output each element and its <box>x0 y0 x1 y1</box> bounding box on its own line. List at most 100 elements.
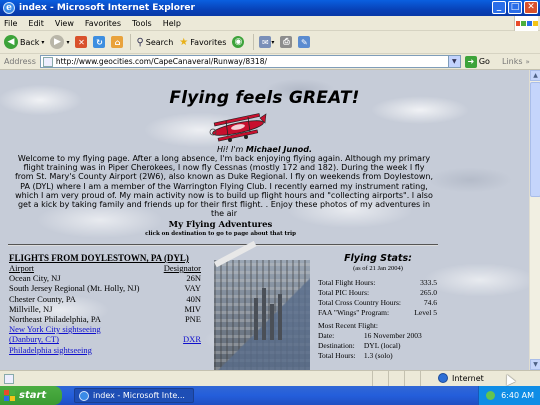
back-dropdown-icon[interactable]: ▾ <box>41 39 44 46</box>
recent-key: Destination: <box>318 341 355 350</box>
status-cell <box>404 371 420 386</box>
recent-key: Total Hours: <box>318 351 356 360</box>
address-bar: Address http://www.geocities.com/CapeCan… <box>0 54 540 70</box>
menu-tools[interactable]: Tools <box>132 19 152 28</box>
status-cell <box>420 371 436 386</box>
search-button[interactable]: ⚲ Search <box>136 37 173 48</box>
designator-cell[interactable]: DXR <box>183 334 209 344</box>
media-icon: ◉ <box>232 36 245 48</box>
edit-button[interactable]: ✎ <box>298 36 311 48</box>
table-row: New York City sightseeing <box>9 324 209 334</box>
scroll-thumb[interactable] <box>530 82 540 197</box>
print-button[interactable]: ⎙ <box>280 36 293 48</box>
photos-subheading: click on destination to go to page about… <box>145 231 296 237</box>
address-dropdown-icon[interactable]: ▼ <box>447 56 460 67</box>
menu-favorites[interactable]: Favorites <box>85 19 121 28</box>
media-button[interactable]: ◉ <box>232 36 246 48</box>
clock: 6:40 AM <box>501 391 534 400</box>
stat-label: Total PIC Hours: <box>318 288 370 297</box>
stat-label: Total Flight Hours: <box>318 278 376 287</box>
philadelphia-sightseeing-link[interactable]: Philadelphia sightseeing <box>9 345 92 355</box>
stat-label: Total Cross Country Hours: <box>318 298 402 307</box>
go-label: Go <box>478 57 490 66</box>
refresh-button[interactable]: ↻ <box>93 36 106 48</box>
windows-flag-icon <box>4 390 15 401</box>
search-icon: ⚲ <box>136 36 144 48</box>
title-bar[interactable]: e index - Microsoft Internet Explorer _ … <box>0 0 540 16</box>
windows-logo-icon <box>514 16 538 31</box>
stat-row: Total Flight Hours: 333.5 <box>318 278 438 288</box>
mail-dropdown-icon[interactable]: ▾ <box>271 39 274 46</box>
links-chevron-icon[interactable]: » <box>526 58 530 66</box>
designator-cell: 26N <box>186 273 201 284</box>
mail-button[interactable]: ✉ ▾ <box>259 36 274 48</box>
taskbar: start index - Microsoft Inte... 6:40 AM <box>0 386 540 405</box>
menu-edit[interactable]: Edit <box>28 19 44 28</box>
city-aerial-photo[interactable] <box>214 240 310 370</box>
minimize-button[interactable]: _ <box>492 1 506 14</box>
stop-button[interactable]: ✕ <box>75 36 88 48</box>
toolbar-separator <box>130 34 132 50</box>
flights-title: FLIGHTS FROM DOYLESTOWN, PA (DYL) <box>9 253 189 263</box>
status-cell <box>388 371 404 386</box>
start-button[interactable]: start <box>0 386 62 405</box>
airplane-icon <box>209 113 267 142</box>
back-label: Back <box>20 37 40 47</box>
status-bar: Internet <box>0 370 540 386</box>
stat-value: 74.6 <box>423 298 437 307</box>
zone-label: Internet <box>452 373 484 383</box>
refresh-icon: ↻ <box>93 36 106 48</box>
recent-row: Destination: DYL (local) <box>318 341 438 351</box>
favorites-label: Favorites <box>190 37 227 47</box>
scroll-up-icon[interactable]: ▲ <box>530 70 540 81</box>
table-row: Millville, NJ MIV <box>9 304 209 314</box>
scroll-down-icon[interactable]: ▼ <box>530 359 540 370</box>
favorites-button[interactable]: ★ Favorites <box>179 37 226 48</box>
col-designator: Designator <box>163 263 201 273</box>
home-button[interactable]: ⌂ <box>111 36 124 48</box>
favorites-star-icon: ★ <box>179 36 189 48</box>
menu-file[interactable]: File <box>4 19 17 28</box>
tray-icon[interactable] <box>486 391 496 400</box>
stat-value: 333.5 <box>420 278 437 287</box>
horizontal-divider <box>8 244 438 246</box>
address-input[interactable]: http://www.geocities.com/CapeCanaveral/R… <box>39 55 461 68</box>
photos-heading: My Flying Adventures <box>168 220 273 230</box>
designator-cell: 40N <box>186 293 201 304</box>
skyscraper <box>270 304 274 340</box>
close-button[interactable]: ✕ <box>524 1 538 14</box>
designator-cell: MIV <box>184 303 201 314</box>
menu-help[interactable]: Help <box>163 19 181 28</box>
menu-bar: File Edit View Favorites Tools Help <box>0 16 540 31</box>
back-button[interactable]: ◀ Back ▾ <box>4 35 44 49</box>
recent-value: DYL (local) <box>363 341 401 350</box>
stats-date: (as of 21 Jan 2004) <box>353 265 403 272</box>
airport-cell: Northeast Philadelphia, PA <box>9 313 101 324</box>
flights-table: FLIGHTS FROM DOYLESTOWN, PA (DYL) Airpor… <box>9 253 209 355</box>
designator-cell: VAY <box>184 283 201 294</box>
author-name: Michael Junod. <box>245 145 312 154</box>
nyc-sightseeing-link[interactable]: New York City sightseeing <box>9 324 101 334</box>
go-arrow-icon: ➜ <box>464 55 477 68</box>
maximize-button[interactable]: □ <box>508 1 522 14</box>
task-label: index - Microsoft Inte... <box>93 391 185 400</box>
vertical-scrollbar[interactable]: ▲ ▼ <box>529 70 540 370</box>
go-button[interactable]: ➜ Go <box>464 55 490 68</box>
forward-dropdown-icon[interactable]: ▾ <box>66 39 69 46</box>
stat-value: 265.0 <box>420 288 437 297</box>
airport-cell: Chester County, PA <box>9 293 76 304</box>
stat-row: Total PIC Hours: 265.0 <box>318 288 438 298</box>
stat-row: FAA "Wings" Program: Level 5 <box>318 308 438 318</box>
status-cells <box>372 371 436 387</box>
danbury-link[interactable]: (Danbury, CT) <box>9 334 59 344</box>
menu-view[interactable]: View <box>55 19 74 28</box>
airport-cell: South Jersey Regional (Mt. Holly, NJ) <box>9 283 140 294</box>
internet-explorer-icon <box>79 390 89 401</box>
links-toolbar[interactable]: Links <box>502 57 523 66</box>
table-row: Philadelphia sightseeing <box>9 345 209 355</box>
taskbar-ie-window[interactable]: index - Microsoft Inte... <box>74 388 194 403</box>
col-airport: Airport <box>9 263 35 273</box>
forward-button[interactable]: ▶ ▾ <box>50 35 69 49</box>
recent-value: 16 November 2003 <box>363 331 422 340</box>
toolbar-separator <box>253 34 255 50</box>
